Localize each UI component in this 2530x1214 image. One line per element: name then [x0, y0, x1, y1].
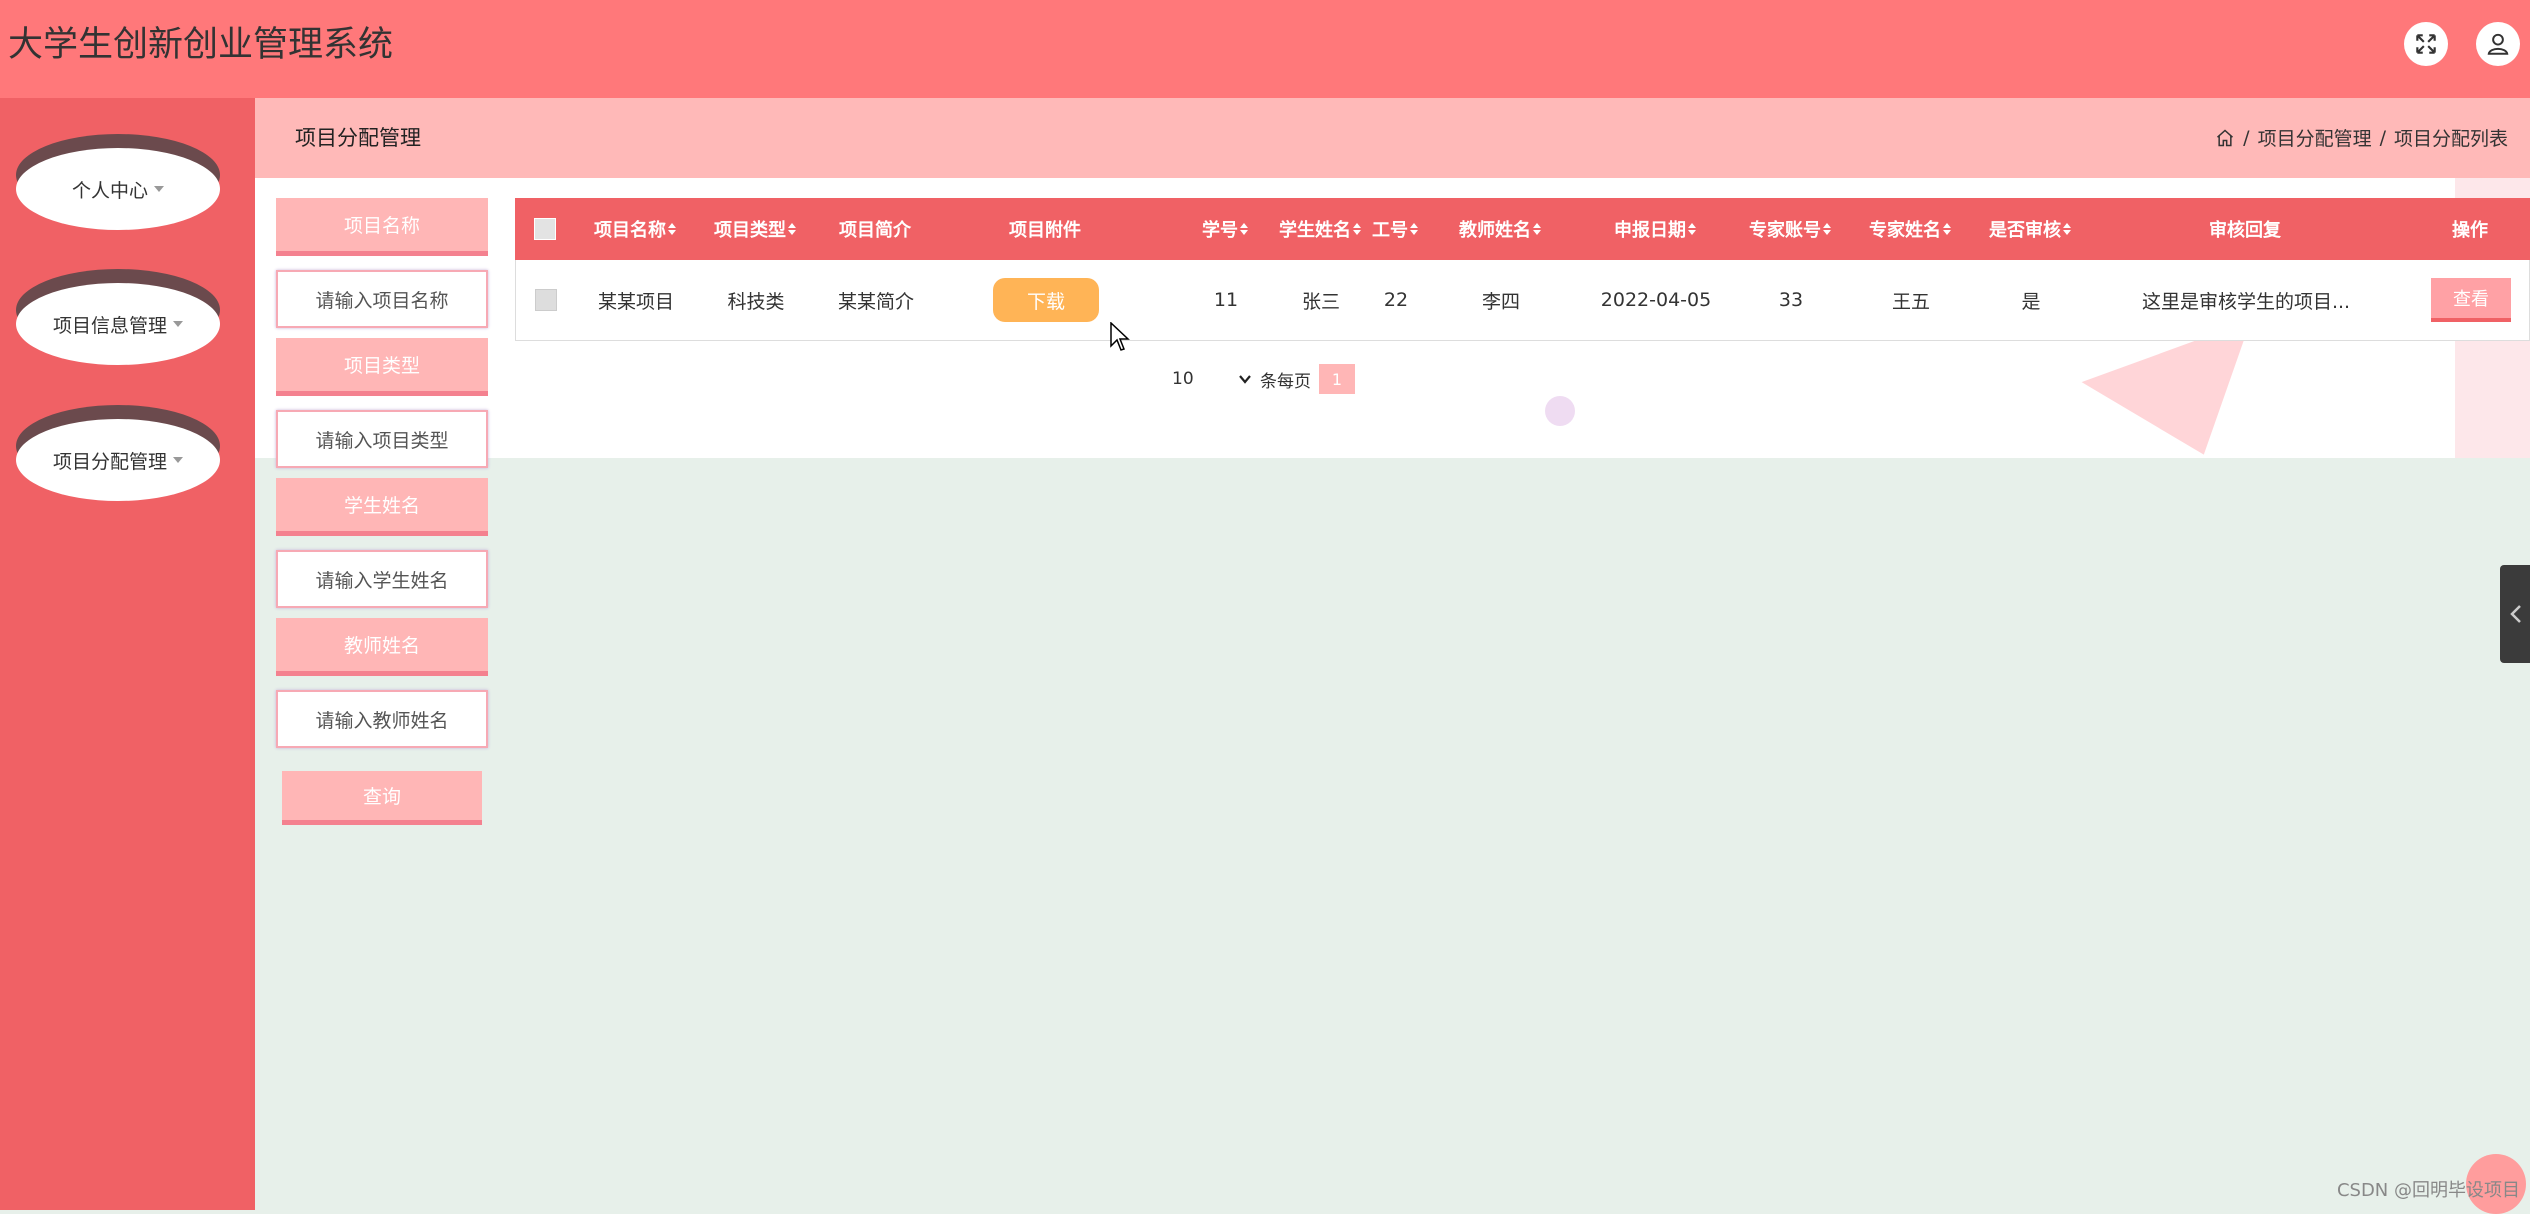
cell-date: 2022-04-05	[1600, 289, 1712, 311]
col-header-reviewed[interactable]: 是否审核	[1975, 198, 2085, 260]
expand-icon	[2416, 34, 2436, 54]
sort-icon	[1410, 222, 1418, 235]
mouse-cursor-icon	[1110, 322, 1130, 351]
breadcrumb-item: 项目分配列表	[2393, 128, 2508, 150]
col-header-project-name[interactable]: 项目名称	[585, 198, 685, 260]
sort-icon	[1688, 222, 1696, 235]
project-type-label: 项目类型	[276, 338, 488, 396]
breadcrumb-separator: /	[2243, 126, 2250, 149]
sort-icon	[1823, 222, 1831, 235]
chevron-left-icon	[2510, 605, 2521, 623]
pagination: 10 条每页 1	[1172, 364, 1355, 394]
cell-student-no: 11	[1213, 289, 1239, 311]
teacher-name-input[interactable]: 请输入教师姓名	[276, 690, 488, 748]
sidebar-item-personal-center[interactable]: 个人中心	[16, 148, 220, 230]
row-checkbox-cell[interactable]	[516, 260, 576, 340]
breadcrumb-separator: /	[2379, 126, 2386, 149]
sidebar-item-project-info[interactable]: 项目信息管理	[16, 283, 220, 365]
cell-expert-account: 33	[1778, 289, 1804, 311]
select-all-checkbox-cell[interactable]	[515, 198, 575, 260]
app-title: 大学生创新创业管理系统	[8, 25, 394, 65]
col-header-student-no[interactable]: 学号	[1175, 198, 1275, 260]
row-checkbox[interactable]	[535, 289, 557, 311]
cell-teacher-name: 李四	[1481, 290, 1520, 313]
teacher-name-label: 教师姓名	[276, 618, 488, 676]
col-header-project-type[interactable]: 项目类型	[705, 198, 805, 260]
col-header-date[interactable]: 申报日期	[1590, 198, 1720, 260]
sidebar-item-label: 项目信息管理	[52, 314, 167, 337]
sidebar: 个人中心 项目信息管理 项目分配管理	[0, 98, 255, 1210]
sidebar-item-label: 个人中心	[71, 179, 148, 202]
table-header: 项目名称 项目类型 项目简介 项目附件 学号 学生姓名 工号 教师姓名 申报日期…	[515, 198, 2530, 260]
page-number-current[interactable]: 1	[1319, 364, 1355, 394]
sort-icon	[1943, 222, 1951, 235]
page-size-value: 10	[1172, 369, 1194, 389]
cell-project-intro: 某某简介	[837, 290, 914, 313]
sidebar-item-project-assignment[interactable]: 项目分配管理	[16, 419, 220, 501]
col-header-reply: 审核回复	[2209, 220, 2281, 241]
chevron-down-icon	[1239, 375, 1251, 384]
cell-expert-name: 王五	[1891, 290, 1930, 313]
cell-reviewed: 是	[2021, 290, 2041, 313]
caret-down-icon	[173, 321, 183, 327]
per-page-label: 条每页	[1260, 371, 1311, 392]
sort-icon	[1240, 222, 1248, 235]
user-button[interactable]	[2476, 22, 2520, 66]
sidebar-item-label: 项目分配管理	[52, 450, 167, 473]
col-header-expert-name[interactable]: 专家姓名	[1855, 198, 1965, 260]
project-type-input[interactable]: 请输入项目类型	[276, 410, 488, 468]
page-size-select[interactable]: 10	[1172, 369, 1252, 389]
side-drawer-toggle[interactable]	[2500, 565, 2530, 663]
sort-icon	[788, 222, 796, 235]
table-row: 某某项目 科技类 某某简介 下载 11 张三 22 李四 2022-04-05 …	[515, 260, 2530, 341]
col-header-expert-account[interactable]: 专家账号	[1735, 198, 1845, 260]
project-name-label: 项目名称	[276, 198, 488, 256]
download-button[interactable]: 下载	[993, 278, 1099, 322]
decoration-dot	[1545, 396, 1575, 426]
col-header-project-intro: 项目简介	[839, 220, 911, 241]
assignment-table: 项目名称 项目类型 项目简介 项目附件 学号 学生姓名 工号 教师姓名 申报日期…	[515, 198, 2530, 343]
cell-action: 查看	[2421, 260, 2521, 340]
col-header-teacher-name[interactable]: 教师姓名	[1445, 198, 1555, 260]
content-topbar: 项目分配管理 / 项目分配管理 / 项目分配列表	[255, 98, 2530, 178]
cell-project-type: 科技类	[727, 290, 785, 313]
breadcrumb-item[interactable]: 项目分配管理	[2258, 124, 2372, 151]
top-header: 大学生创新创业管理系统	[0, 0, 2530, 98]
sort-icon	[1533, 222, 1541, 235]
view-button[interactable]: 查看	[2431, 278, 2511, 322]
page-title: 项目分配管理	[295, 126, 421, 150]
search-button[interactable]: 查询	[282, 771, 482, 825]
home-icon[interactable]	[2215, 128, 2235, 148]
col-header-staff-no[interactable]: 工号	[1355, 198, 1435, 260]
select-all-checkbox[interactable]	[534, 218, 556, 240]
student-name-label: 学生姓名	[276, 478, 488, 536]
student-name-input[interactable]: 请输入学生姓名	[276, 550, 488, 608]
user-icon	[2487, 33, 2509, 55]
cell-project-name: 某某项目	[597, 290, 674, 313]
breadcrumb: / 项目分配管理 / 项目分配列表	[2215, 124, 2508, 151]
project-name-input[interactable]: 请输入项目名称	[276, 270, 488, 328]
col-header-attachment: 项目附件	[1009, 220, 1081, 241]
caret-down-icon	[173, 457, 183, 463]
caret-down-icon	[154, 186, 164, 192]
watermark: CSDN @回明毕设项目	[2336, 1180, 2520, 1201]
fullscreen-button[interactable]	[2404, 22, 2448, 66]
sort-icon	[668, 222, 676, 235]
cell-staff-no: 22	[1383, 289, 1409, 311]
sort-icon	[2063, 222, 2071, 235]
col-header-action: 操作	[2452, 220, 2488, 241]
cell-reply: 这里是审核学生的项目...	[2141, 290, 2351, 313]
